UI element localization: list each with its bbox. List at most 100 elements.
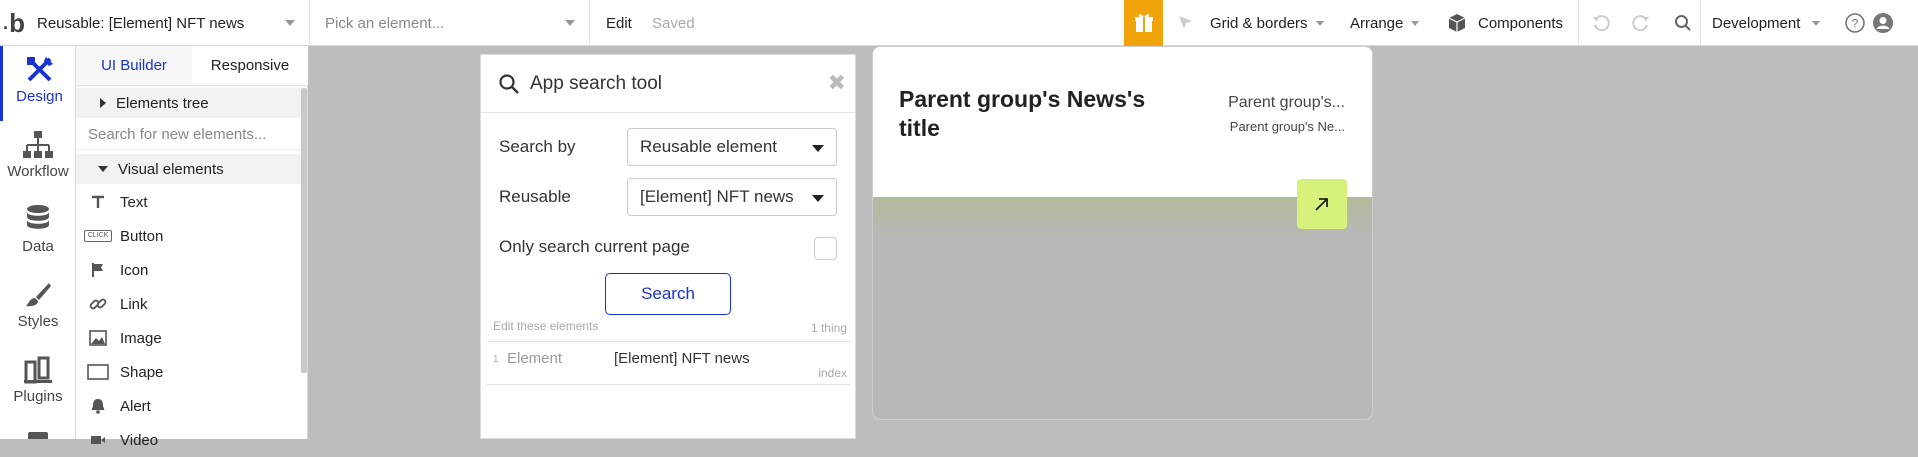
search-by-dropdown[interactable]: Reusable element (627, 128, 837, 166)
arrow-up-right-icon (1315, 198, 1328, 211)
rail-item-plugins[interactable]: Plugins (0, 346, 76, 421)
search-by-label: Search by (499, 137, 576, 156)
brush-icon (26, 283, 51, 307)
rail-item-design[interactable]: Design (0, 46, 76, 121)
shape-icon (86, 364, 110, 380)
bubble-logo[interactable]: .b (0, 0, 28, 46)
components-label: Components (1478, 14, 1564, 32)
tab-ui-builder[interactable]: UI Builder (76, 46, 192, 85)
card-meta-primary[interactable]: Parent group's... (1228, 94, 1345, 112)
left-navigation-rail: Design Workflow Data Styles Plugins (0, 46, 76, 439)
button-icon: CLICK (83, 230, 113, 242)
rail-item-styles[interactable]: Styles (0, 271, 76, 346)
close-icon[interactable]: ✖ (828, 72, 846, 94)
svg-text:?: ? (1852, 17, 1859, 31)
search-button[interactable]: Search (605, 273, 731, 315)
search-tool-title: App search tool (530, 72, 663, 94)
bell-icon (86, 398, 110, 414)
text-icon (86, 194, 110, 210)
page-selector-value: Reusable: [Element] NFT news (37, 14, 245, 32)
element-item-video[interactable]: Video (76, 423, 301, 457)
search-icon[interactable] (1670, 0, 1696, 46)
chevron-down-icon (812, 195, 824, 202)
result-row[interactable]: 1 Element [Element] NFT news index (487, 341, 851, 385)
element-item-icon[interactable]: Icon (76, 253, 301, 287)
help-icon[interactable]: ? (1842, 0, 1868, 46)
open-link-button[interactable] (1297, 179, 1347, 229)
search-icon (499, 73, 519, 94)
result-index: 1 (493, 354, 499, 365)
redo-icon[interactable] (1628, 0, 1654, 46)
element-item-alert[interactable]: Alert (76, 389, 301, 423)
plugins-icon (24, 356, 52, 384)
chevron-down-icon (812, 145, 824, 152)
reusable-value: [Element] NFT news (640, 187, 794, 206)
image-icon (86, 330, 110, 346)
workflow-icon (23, 131, 53, 158)
element-selector-placeholder: Pick an element... (325, 14, 445, 32)
toolbar-divider (1578, 0, 1579, 46)
user-avatar-icon[interactable] (1866, 0, 1900, 46)
panel-tabs: UI Builder Responsive (76, 46, 308, 86)
elements-tree-toggle[interactable]: Elements tree (76, 88, 301, 118)
visual-elements-label: Visual elements (118, 160, 224, 178)
button-icon-label: CLICK (83, 230, 113, 242)
search-tool-header: App search tool ✖ (481, 55, 855, 113)
element-item-text[interactable]: Text (76, 185, 301, 219)
element-item-label: Video (120, 431, 159, 449)
rail-item-label: Plugins (13, 388, 63, 405)
card-image[interactable] (873, 197, 1372, 419)
element-search-input[interactable]: Search for new elements... (76, 120, 301, 150)
results-header: Edit these elements 1 thing (493, 319, 847, 335)
element-item-label: Icon (120, 261, 149, 279)
panel-scrollbar[interactable] (301, 88, 307, 373)
components-button[interactable]: Components (1446, 0, 1563, 46)
environment-menu[interactable]: Development (1712, 0, 1821, 46)
rail-item-label: Workflow (7, 163, 69, 180)
gift-icon (1134, 14, 1153, 32)
chevron-down-icon (285, 20, 295, 26)
edit-button[interactable]: Edit (606, 0, 632, 46)
element-item-link[interactable]: Link (76, 287, 301, 321)
link-icon (86, 295, 110, 313)
logo-dot: . (3, 12, 9, 33)
element-search-placeholder: Search for new elements... (88, 126, 267, 143)
nft-news-card[interactable]: Parent group's News's title Parent group… (872, 46, 1373, 420)
element-item-label: Button (120, 227, 164, 245)
element-item-label: Alert (120, 397, 151, 415)
caret-down-icon (98, 166, 108, 172)
chevron-down-icon (565, 20, 575, 26)
card-meta-secondary[interactable]: Parent group's Ne... (1230, 119, 1345, 134)
page-selector[interactable]: Reusable: [Element] NFT news (28, 0, 310, 46)
element-item-label: Link (120, 295, 148, 313)
element-item-shape[interactable]: Shape (76, 355, 301, 389)
reusable-dropdown[interactable]: [Element] NFT news (627, 178, 837, 216)
top-toolbar: .b Reusable: [Element] NFT news Pick an … (0, 0, 1918, 46)
cursor-icon[interactable] (1172, 0, 1200, 46)
arrange-menu[interactable]: Arrange (1350, 0, 1420, 46)
rail-item-label: Data (22, 238, 54, 255)
app-search-tool: App search tool ✖ Search by Reusable ele… (480, 54, 856, 439)
undo-icon[interactable] (1588, 0, 1614, 46)
reusable-label: Reusable (499, 187, 571, 206)
element-selector[interactable]: Pick an element... (310, 0, 590, 46)
cube-icon (1448, 14, 1466, 32)
element-item-label: Text (120, 193, 148, 211)
visual-elements-toggle[interactable]: Visual elements (76, 154, 301, 184)
caret-right-icon (100, 98, 106, 108)
gift-button[interactable] (1124, 0, 1163, 46)
rail-item-data[interactable]: Data (0, 196, 76, 271)
grid-borders-menu[interactable]: Grid & borders (1210, 0, 1324, 46)
only-current-page-checkbox[interactable] (814, 237, 837, 260)
tab-responsive[interactable]: Responsive (192, 46, 308, 85)
arrange-label: Arrange (1350, 14, 1404, 32)
elements-panel: UI Builder Responsive Elements tree Sear… (76, 46, 308, 449)
rail-item-workflow[interactable]: Workflow (0, 121, 76, 196)
card-title[interactable]: Parent group's News's title (899, 85, 1169, 143)
result-type: Element (507, 350, 563, 367)
database-icon (27, 205, 49, 229)
element-item-button[interactable]: CLICK Button (76, 219, 301, 253)
result-name: [Element] NFT news (614, 350, 750, 367)
element-item-image[interactable]: Image (76, 321, 301, 355)
element-item-label: Shape (120, 363, 164, 381)
